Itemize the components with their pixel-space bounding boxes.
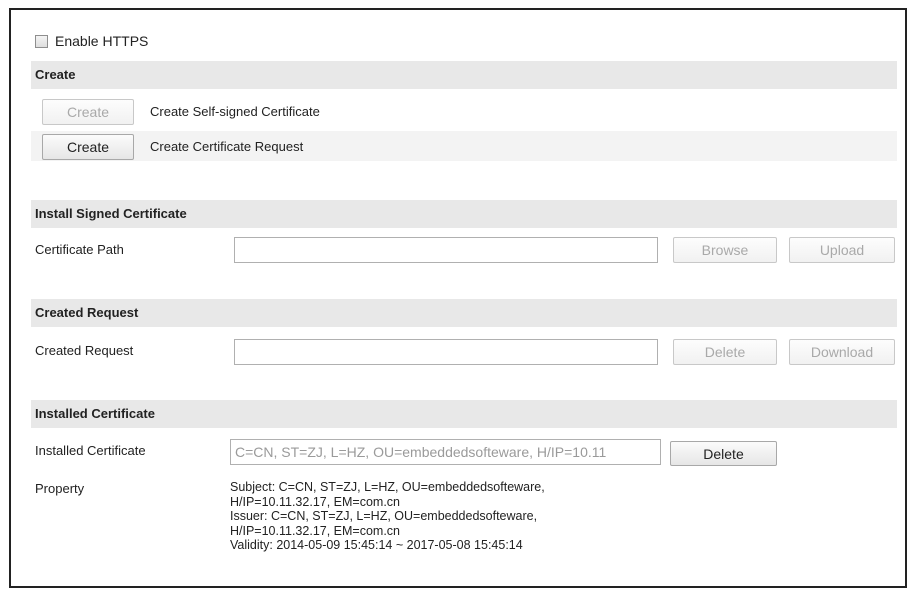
delete-request-button[interactable]: Delete — [673, 339, 777, 365]
created-request-section-header: Created Request — [31, 299, 897, 327]
install-signed-section-header: Install Signed Certificate — [31, 200, 897, 228]
certificate-path-input[interactable] — [234, 237, 658, 263]
create-request-button[interactable]: Create — [42, 134, 134, 160]
create-request-description: Create Certificate Request — [150, 139, 304, 154]
created-request-label: Created Request — [35, 343, 134, 358]
https-settings-panel: Enable HTTPS Create Create Create Self-s… — [9, 8, 907, 588]
create-self-signed-description: Create Self-signed Certificate — [150, 104, 320, 119]
create-section-header: Create — [31, 61, 897, 89]
property-subject-line-cont: H/IP=10.11.32.17, EM=com.cn — [230, 494, 401, 509]
property-issuer-line-cont: H/IP=10.11.32.17, EM=com.cn — [230, 523, 401, 538]
property-issuer-line: Issuer: C=CN, ST=ZJ, L=HZ, OU=embeddedso… — [230, 509, 538, 523]
upload-button[interactable]: Upload — [789, 237, 895, 263]
enable-https-checkbox[interactable] — [35, 35, 48, 48]
certificate-properties: Subject: C=CN, ST=ZJ, L=HZ, OU=embeddeds… — [230, 480, 545, 553]
certificate-path-label: Certificate Path — [35, 242, 124, 257]
property-validity-line: Validity: 2014-05-09 15:45:14 ~ 2017-05-… — [230, 538, 523, 552]
created-request-input[interactable] — [234, 339, 658, 365]
enable-https-label: Enable HTTPS — [55, 33, 149, 49]
installed-certificate-label: Installed Certificate — [35, 443, 146, 458]
create-self-signed-button[interactable]: Create — [42, 99, 134, 125]
property-subject-line: Subject: C=CN, ST=ZJ, L=HZ, OU=embeddeds… — [230, 480, 545, 494]
download-request-button[interactable]: Download — [789, 339, 895, 365]
property-label: Property — [35, 481, 85, 496]
browse-button[interactable]: Browse — [673, 237, 777, 263]
installed-certificate-field: C=CN, ST=ZJ, L=HZ, OU=embeddedsofteware,… — [230, 439, 661, 465]
delete-installed-certificate-button[interactable]: Delete — [670, 441, 777, 466]
installed-certificate-section-header: Installed Certificate — [31, 400, 897, 428]
